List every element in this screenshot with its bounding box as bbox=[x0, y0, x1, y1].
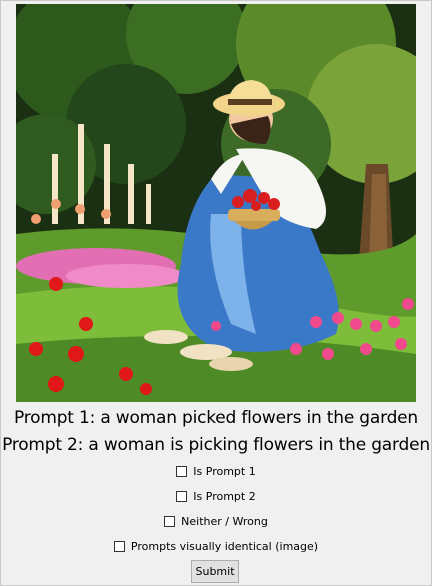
option-is-prompt-2[interactable]: Is Prompt 2 bbox=[0, 488, 432, 504]
option-neither[interactable]: Neither / Wrong bbox=[0, 513, 432, 529]
is-prompt-2-label: Is Prompt 2 bbox=[193, 489, 256, 503]
option-is-prompt-1[interactable]: Is Prompt 1 bbox=[0, 463, 432, 479]
is-prompt-1-checkbox[interactable] bbox=[176, 465, 188, 477]
identical-checkbox[interactable] bbox=[113, 540, 125, 552]
painting-image bbox=[16, 4, 416, 402]
submit-button[interactable]: Submit bbox=[191, 560, 239, 583]
painting-woman-picking-flowers bbox=[16, 4, 416, 402]
option-identical[interactable]: Prompts visually identical (image) bbox=[0, 538, 432, 554]
identical-label: Prompts visually identical (image) bbox=[130, 539, 319, 553]
neither-label: Neither / Wrong bbox=[181, 514, 268, 528]
neither-checkbox[interactable] bbox=[164, 515, 176, 527]
prompt-1-text: Prompt 1: a woman picked flowers in the … bbox=[13, 408, 419, 428]
is-prompt-1-label: Is Prompt 1 bbox=[193, 464, 256, 478]
is-prompt-2-checkbox[interactable] bbox=[176, 490, 188, 502]
prompt-2-text: Prompt 2: a woman is picking flowers in … bbox=[2, 435, 430, 455]
